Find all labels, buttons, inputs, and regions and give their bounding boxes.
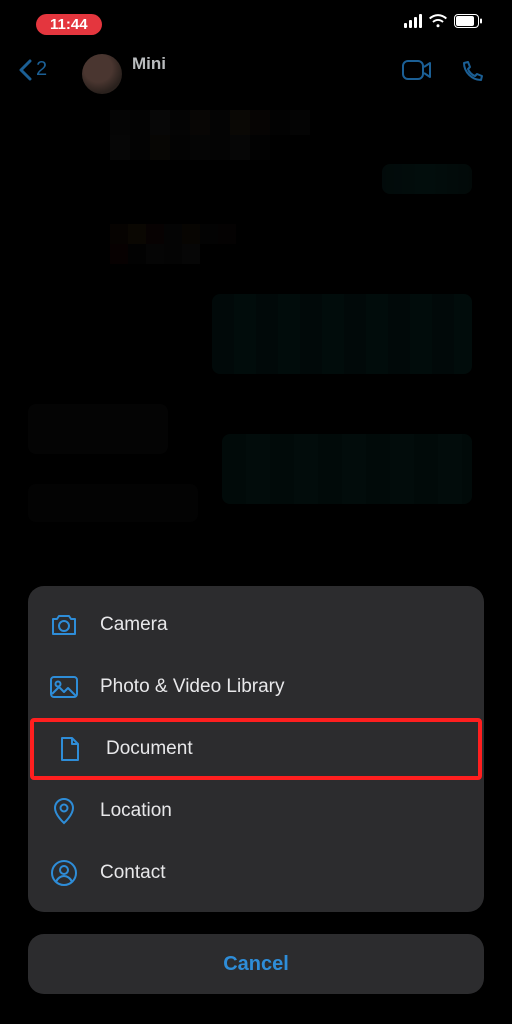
sheet-item-label: Document bbox=[106, 738, 193, 760]
screen: 11:44 2 Mini bbox=[0, 0, 512, 1024]
highlight-box: Document bbox=[30, 718, 482, 780]
sheet-item-camera[interactable]: Camera bbox=[28, 594, 484, 656]
battery-icon bbox=[454, 14, 482, 28]
sheet-item-document[interactable]: Document bbox=[34, 722, 478, 776]
camera-icon bbox=[50, 611, 78, 639]
chat-header: 2 Mini bbox=[0, 44, 512, 104]
sheet-item-library[interactable]: Photo & Video Library bbox=[28, 656, 484, 718]
sheet-item-contact[interactable]: Contact bbox=[28, 842, 484, 904]
chat-title[interactable]: Mini bbox=[132, 54, 166, 74]
action-sheet: Camera Photo & Video Library Document bbox=[28, 586, 484, 994]
voice-call-icon[interactable] bbox=[460, 60, 484, 84]
back-count: 2 bbox=[36, 58, 47, 81]
contact-icon bbox=[50, 859, 78, 887]
location-icon bbox=[50, 797, 78, 825]
document-icon bbox=[56, 735, 84, 763]
sheet-item-label: Contact bbox=[100, 862, 165, 884]
back-button[interactable]: 2 bbox=[18, 58, 47, 81]
signal-icon bbox=[404, 14, 422, 28]
cancel-label: Cancel bbox=[223, 953, 289, 976]
photo-library-icon bbox=[50, 673, 78, 701]
avatar[interactable] bbox=[82, 54, 122, 94]
sheet-item-location[interactable]: Location bbox=[28, 780, 484, 842]
status-icons bbox=[404, 14, 482, 28]
sheet-item-label: Location bbox=[100, 800, 172, 822]
cancel-button[interactable]: Cancel bbox=[28, 934, 484, 994]
status-bar: 11:44 bbox=[0, 0, 512, 44]
status-time: 11:44 bbox=[36, 14, 102, 35]
chevron-left-icon bbox=[18, 59, 32, 81]
action-sheet-menu: Camera Photo & Video Library Document bbox=[28, 586, 484, 912]
sheet-item-label: Photo & Video Library bbox=[100, 676, 285, 698]
wifi-icon bbox=[429, 14, 447, 28]
sheet-item-label: Camera bbox=[100, 614, 168, 636]
video-call-icon[interactable] bbox=[402, 60, 432, 84]
